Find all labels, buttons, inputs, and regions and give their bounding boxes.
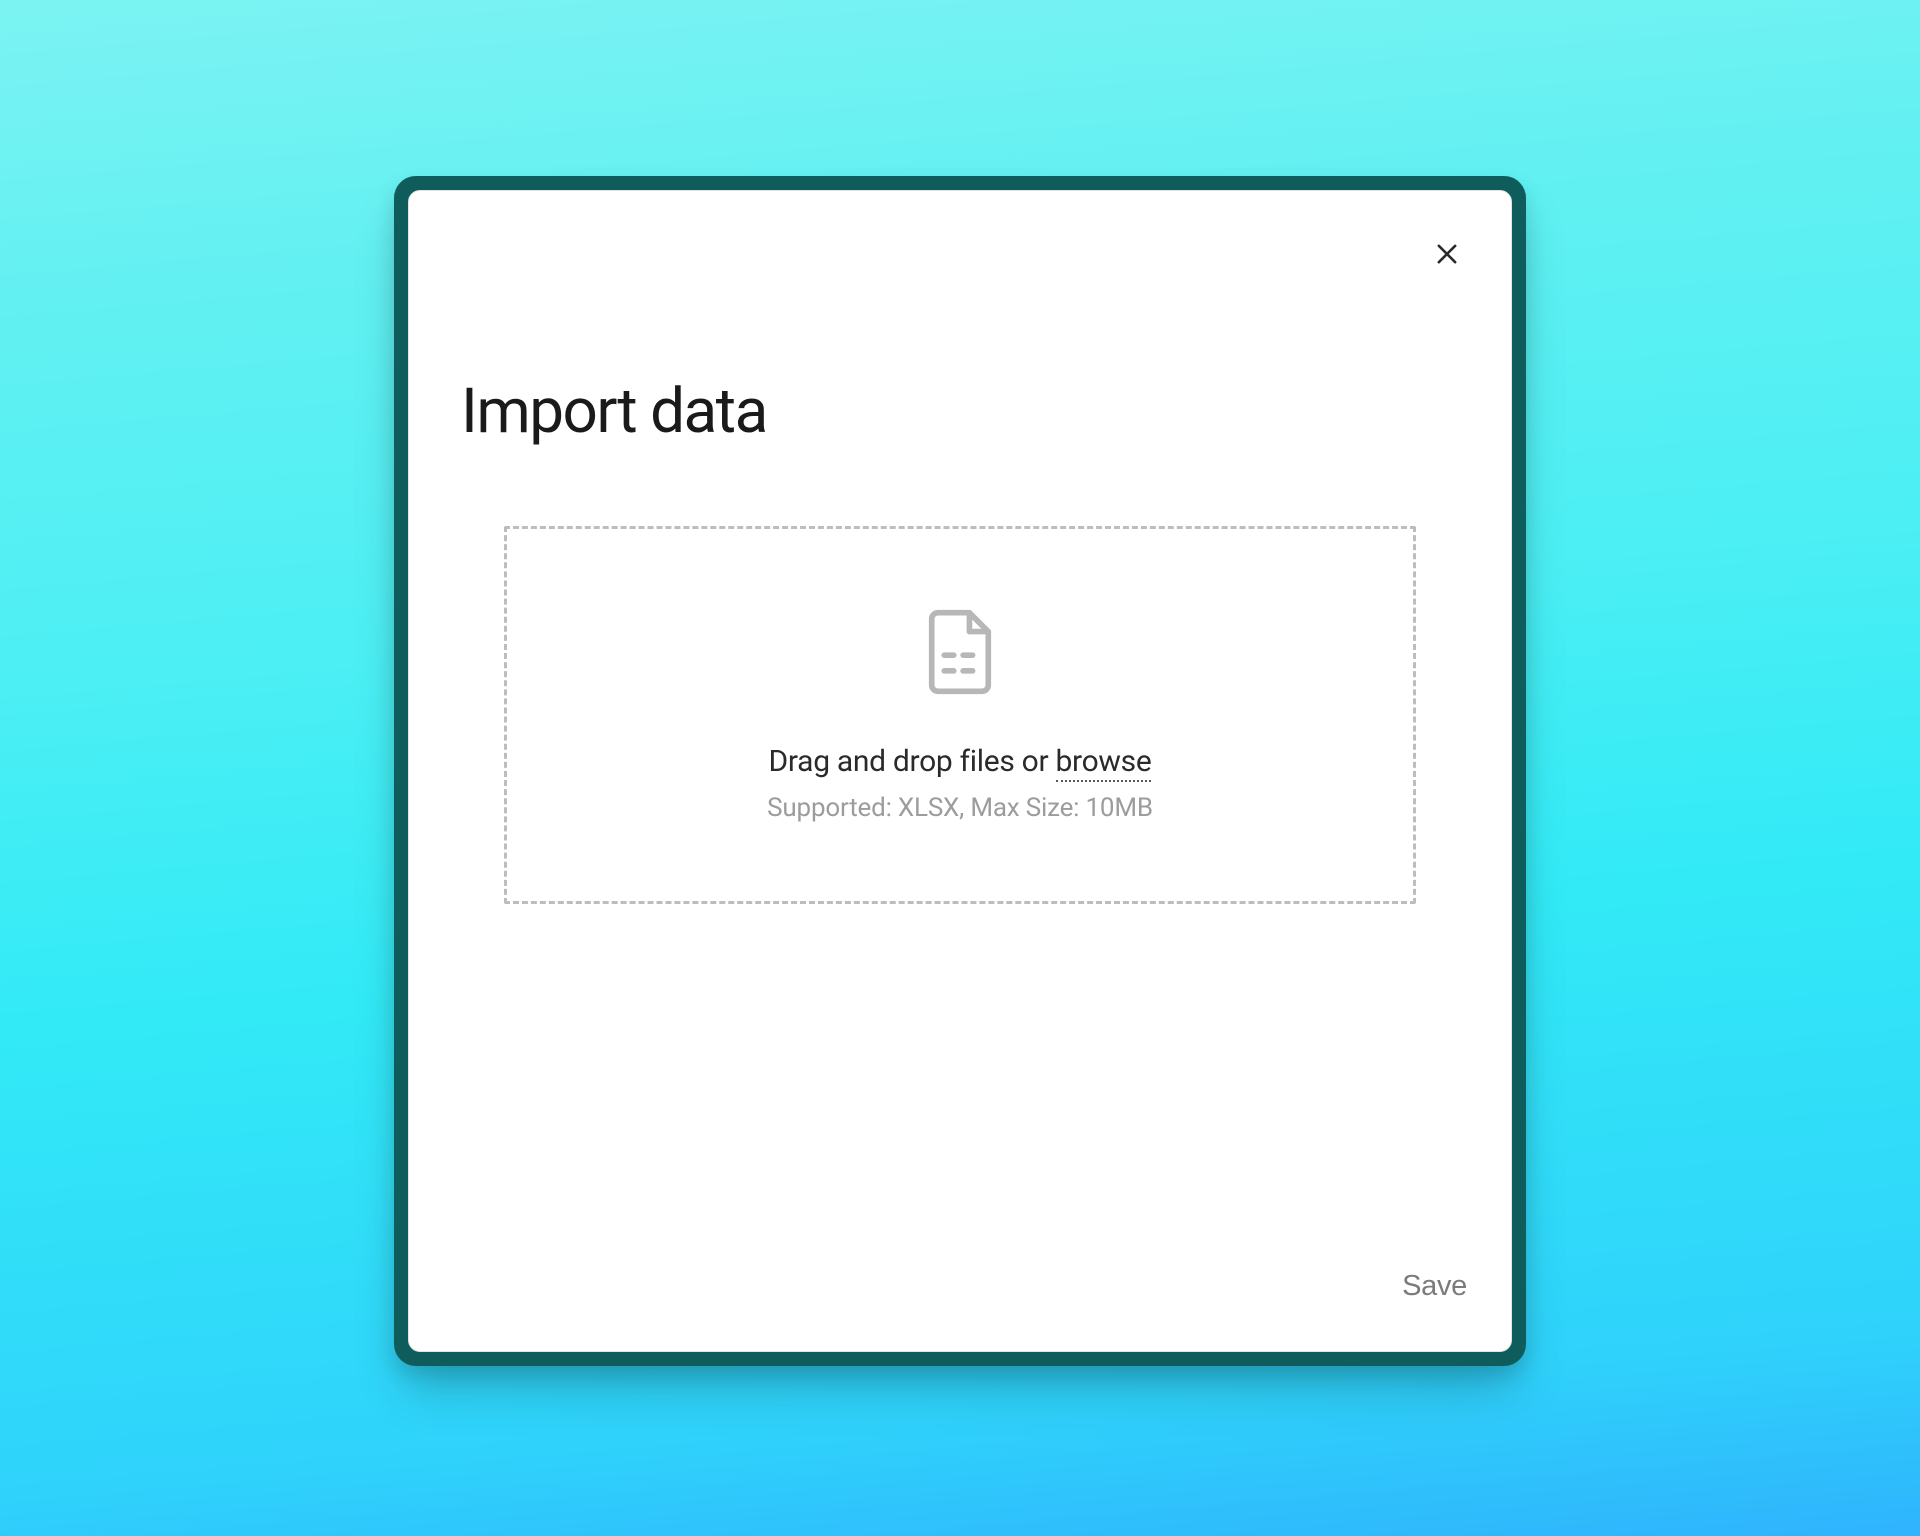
dropzone-instruction: Drag and drop files or browse	[769, 744, 1152, 779]
save-button[interactable]: Save	[1402, 1270, 1467, 1303]
close-icon	[1433, 240, 1461, 271]
modal-title: Import data	[461, 379, 1459, 444]
modal-content: Import data Drag and drop files or brows…	[408, 190, 1512, 1352]
dropzone-support-text: Supported: XLSX, Max Size: 10MB	[767, 793, 1153, 823]
file-spreadsheet-icon	[921, 608, 999, 696]
dropzone-drag-text: Drag and drop files or	[769, 744, 1056, 779]
modal-body: Import data Drag and drop files or brows…	[409, 191, 1511, 1270]
browse-link[interactable]: browse	[1056, 744, 1152, 782]
modal-dialog: Import data Drag and drop files or brows…	[394, 176, 1526, 1366]
modal-footer: Save	[409, 1270, 1511, 1351]
file-dropzone[interactable]: Drag and drop files or browse Supported:…	[504, 526, 1416, 904]
close-button[interactable]	[1425, 233, 1469, 277]
